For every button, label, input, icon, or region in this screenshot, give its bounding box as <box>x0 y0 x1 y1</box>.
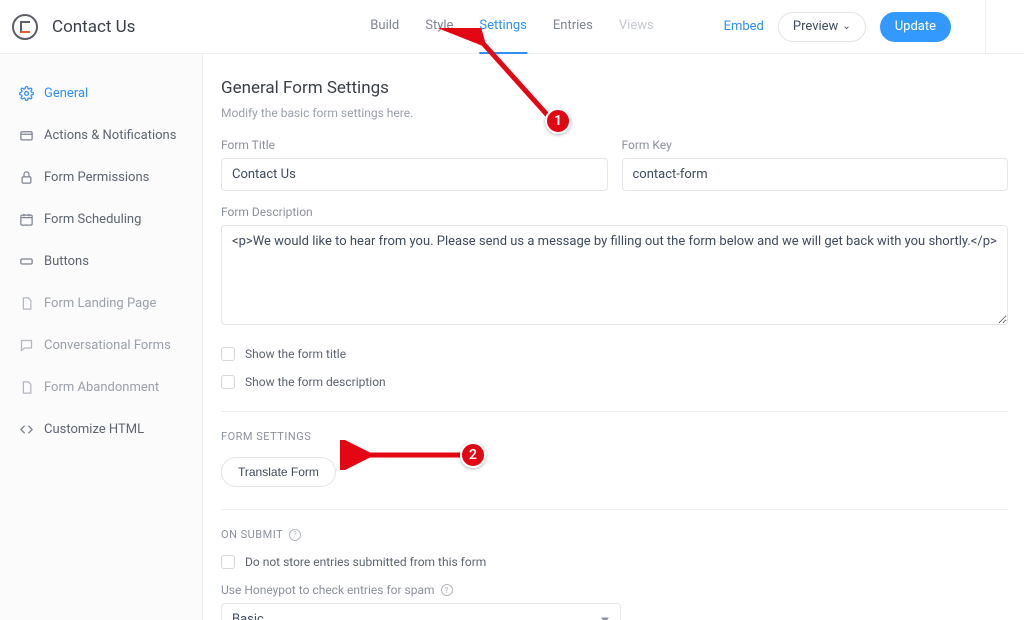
sidebar-item-label: Form Landing Page <box>44 296 156 311</box>
help-icon[interactable]: ? <box>441 584 453 596</box>
sidebar-item-label: Actions & Notifications <box>44 128 176 143</box>
sidebar-item-buttons[interactable]: Buttons <box>0 240 202 282</box>
button-icon <box>18 253 34 269</box>
form-description-label: Form Description <box>221 205 1008 219</box>
form-title-label: Form Title <box>221 138 608 152</box>
on-submit-heading: ON SUBMIT ? <box>221 528 1008 541</box>
sidebar-item-actions[interactable]: Actions & Notifications <box>0 114 202 156</box>
annotation-marker-2: 2 <box>460 442 486 468</box>
sidebar-item-landing-page[interactable]: Form Landing Page <box>0 282 202 324</box>
sidebar-item-label: Form Permissions <box>44 170 149 185</box>
preview-label: Preview <box>793 19 838 34</box>
app-logo-icon <box>12 14 38 40</box>
top-actions: Embed Preview ⌄ Update <box>724 0 1006 54</box>
checkbox-icon[interactable] <box>221 555 235 569</box>
form-key-input[interactable] <box>622 158 1009 191</box>
chat-icon <box>18 337 34 353</box>
sidebar-item-customize-html[interactable]: Customize HTML <box>0 408 202 450</box>
section-title: General Form Settings <box>221 78 1008 98</box>
annotation-marker-1: 1 <box>545 108 571 134</box>
show-description-checkbox-row[interactable]: Show the form description <box>221 375 1008 389</box>
close-icon[interactable] <box>985 0 1006 54</box>
form-title-input[interactable] <box>221 158 608 191</box>
page-title: Contact Us <box>52 17 135 37</box>
section-subtitle: Modify the basic form settings here. <box>221 106 1008 120</box>
chevron-down-icon: ⌄ <box>842 21 850 32</box>
inbox-icon <box>18 127 34 143</box>
sidebar-item-permissions[interactable]: Form Permissions <box>0 156 202 198</box>
checkbox-label: Show the form description <box>245 375 386 389</box>
checkbox-icon[interactable] <box>221 375 235 389</box>
page-icon <box>18 295 34 311</box>
show-title-checkbox-row[interactable]: Show the form title <box>221 347 1008 361</box>
annotation-arrow-1 <box>360 28 560 128</box>
preview-button[interactable]: Preview ⌄ <box>778 12 866 42</box>
form-description-textarea[interactable]: <p>We would like to hear from you. Pleas… <box>221 225 1008 325</box>
sidebar-item-label: Customize HTML <box>44 422 144 437</box>
translate-form-button[interactable]: Translate Form <box>221 457 336 487</box>
honeypot-select[interactable]: Basic <box>221 603 621 620</box>
honeypot-label: Use Honeypot to check entries for spam <box>221 583 435 597</box>
lock-icon <box>18 169 34 185</box>
sidebar-item-label: General <box>44 86 88 101</box>
sidebar-item-label: Form Scheduling <box>44 212 141 227</box>
page-icon <box>18 379 34 395</box>
calendar-icon <box>18 211 34 227</box>
sidebar-item-label: Buttons <box>44 254 89 269</box>
tab-views: Views <box>619 0 654 54</box>
settings-sidebar: General Actions & Notifications Form Per… <box>0 54 203 620</box>
help-icon[interactable]: ? <box>289 529 301 541</box>
gear-icon <box>18 85 34 101</box>
update-button[interactable]: Update <box>880 12 951 42</box>
form-key-label: Form Key <box>622 138 1009 152</box>
no-store-checkbox-row[interactable]: Do not store entries submitted from this… <box>221 555 1008 569</box>
checkbox-label: Do not store entries submitted from this… <box>245 555 486 569</box>
sidebar-item-scheduling[interactable]: Form Scheduling <box>0 198 202 240</box>
embed-link[interactable]: Embed <box>724 19 764 34</box>
sidebar-item-abandonment[interactable]: Form Abandonment <box>0 366 202 408</box>
code-icon <box>18 421 34 437</box>
checkbox-icon[interactable] <box>221 347 235 361</box>
sidebar-item-label: Form Abandonment <box>44 380 159 395</box>
sidebar-item-general[interactable]: General <box>0 72 202 114</box>
sidebar-item-conversational[interactable]: Conversational Forms <box>0 324 202 366</box>
main-panel: General Form Settings Modify the basic f… <box>203 54 1024 620</box>
checkbox-label: Show the form title <box>245 347 346 361</box>
sidebar-item-label: Conversational Forms <box>44 338 171 353</box>
annotation-arrow-2 <box>340 440 480 470</box>
